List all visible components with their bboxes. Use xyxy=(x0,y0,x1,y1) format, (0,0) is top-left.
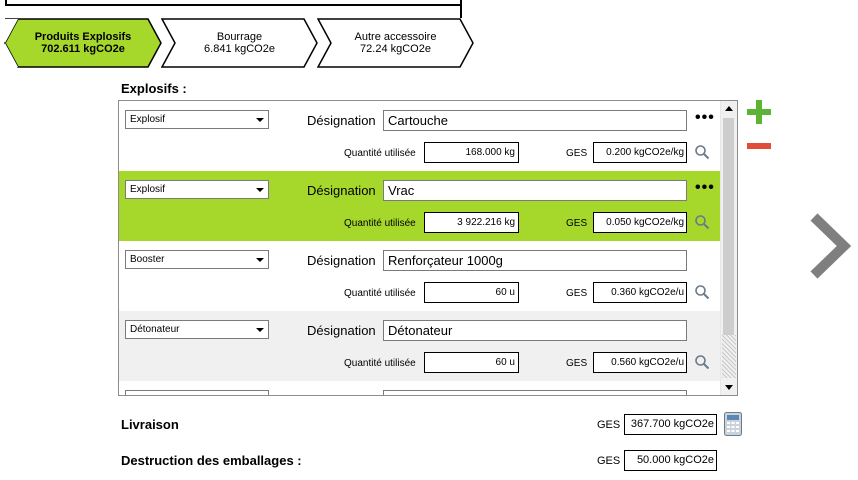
chevron-down-icon xyxy=(256,328,264,332)
designation-label: Désignation xyxy=(307,183,376,198)
ges-label: GES xyxy=(566,288,588,299)
livraison-ges-field[interactable]: 367.700 kgCO2e xyxy=(624,414,717,435)
destruction-ges-field[interactable]: 50.000 kgCO2e xyxy=(624,450,717,471)
scroll-track[interactable] xyxy=(722,335,736,378)
list-item[interactable]: Explosif Désignation Vrac ••• Quantité utili… xyxy=(119,171,721,242)
more-options-button[interactable]: ••• xyxy=(695,180,715,196)
scroll-thumb[interactable] xyxy=(723,118,734,335)
ges-label: GES xyxy=(566,218,588,229)
calculator-icon[interactable] xyxy=(724,412,742,436)
type-dropdown-value: Explosif xyxy=(130,114,166,125)
chevron-down-icon xyxy=(256,258,264,262)
quantity-label: Quantité utilisée xyxy=(344,358,416,369)
search-icon[interactable] xyxy=(694,354,710,370)
type-dropdown-value: Détonateur xyxy=(130,324,180,335)
breadcrumb-autre-accessoire[interactable]: Autre accessoire 72.24 kgCO2e xyxy=(317,18,474,68)
scroll-down-button[interactable] xyxy=(721,379,737,395)
breadcrumb-bourrage[interactable]: Bourrage 6.841 kgCO2e xyxy=(161,18,318,68)
add-item-icon[interactable] xyxy=(746,99,772,125)
vertical-scrollbar[interactable] xyxy=(720,101,737,395)
breadcrumb-title: Autre accessoire xyxy=(354,31,437,43)
destruction-ges-label: GES xyxy=(597,455,621,467)
type-dropdown[interactable]: Explosif xyxy=(125,110,269,129)
type-dropdown[interactable]: Booster xyxy=(125,250,269,269)
arrow-down-icon xyxy=(725,385,733,390)
breadcrumb-produits-explosifs[interactable]: Produits Explosifs 702.611 kgCO2e xyxy=(4,18,162,68)
breadcrumb-title: Bourrage xyxy=(216,31,263,43)
search-icon[interactable] xyxy=(694,144,710,160)
remove-item-icon[interactable] xyxy=(746,139,772,153)
designation-field[interactable]: Détonateur xyxy=(383,320,687,341)
designation-field[interactable] xyxy=(383,390,687,395)
designation-label: Désignation xyxy=(307,323,376,338)
livraison-label: Livraison xyxy=(121,417,179,432)
destruction-label: Destruction des emballages : xyxy=(121,453,302,468)
breadcrumb-value: 6.841 kgCO2e xyxy=(204,43,275,55)
scroll-up-button[interactable] xyxy=(721,101,737,117)
chevron-down-icon xyxy=(256,118,264,122)
chevron-down-icon xyxy=(256,188,264,192)
livraison-ges-label: GES xyxy=(597,419,621,431)
search-icon[interactable] xyxy=(694,214,710,230)
explosifs-list[interactable]: Explosif Désignation Cartouche ••• Quantité … xyxy=(118,100,738,396)
designation-field[interactable]: Vrac xyxy=(383,180,687,201)
next-chevron-icon[interactable] xyxy=(808,213,852,279)
bracket-right xyxy=(460,0,462,18)
quantity-field[interactable]: 60 u xyxy=(424,282,519,303)
type-dropdown[interactable]: Explosif xyxy=(125,180,269,199)
breadcrumb-value: 72.24 kgCO2e xyxy=(360,43,431,55)
ges-field[interactable]: 0.200 kgCO2e/kg xyxy=(593,142,687,163)
designation-field[interactable]: Renforçateur 1000g xyxy=(383,250,687,271)
ges-label: GES xyxy=(566,358,588,369)
ges-field[interactable]: 0.360 kgCO2e/u xyxy=(593,282,687,303)
quantity-label: Quantité utilisée xyxy=(344,218,416,229)
designation-label: Désignation xyxy=(307,113,376,128)
list-item[interactable]: Explosif Désignation Cartouche ••• Quantité … xyxy=(119,101,721,172)
ges-field[interactable]: 0.050 kgCO2e/kg xyxy=(593,212,687,233)
type-dropdown-value: Explosif xyxy=(130,184,166,195)
type-dropdown-value: Booster xyxy=(130,254,165,265)
quantity-label: Quantité utilisée xyxy=(344,288,416,299)
more-options-button[interactable]: ••• xyxy=(695,110,715,126)
designation-label: Désignation xyxy=(307,253,376,268)
search-icon[interactable] xyxy=(694,284,710,300)
list-item[interactable]: Booster Désignation Renforçateur 1000g Quan… xyxy=(119,241,721,312)
quantity-label: Quantité utilisée xyxy=(344,148,416,159)
bracket-line xyxy=(5,4,462,6)
type-dropdown[interactable]: Détonateur xyxy=(125,320,269,339)
ges-field[interactable]: 0.560 kgCO2e/u xyxy=(593,352,687,373)
list-item-partial[interactable] xyxy=(119,381,721,395)
designation-field[interactable]: Cartouche xyxy=(383,110,687,131)
breadcrumb-value: 702.611 kgCO2e xyxy=(41,43,125,55)
list-item[interactable]: Détonateur Désignation Détonateur Quantité … xyxy=(119,311,721,382)
type-dropdown[interactable] xyxy=(125,390,269,395)
breadcrumb-title: Produits Explosifs xyxy=(34,31,132,43)
quantity-field[interactable]: 60 u xyxy=(424,352,519,373)
ges-label: GES xyxy=(566,148,588,159)
quantity-field[interactable]: 168.000 kg xyxy=(424,142,519,163)
arrow-up-icon xyxy=(725,106,733,111)
explosifs-title: Explosifs : xyxy=(121,81,187,96)
quantity-field[interactable]: 3 922.216 kg xyxy=(424,212,519,233)
